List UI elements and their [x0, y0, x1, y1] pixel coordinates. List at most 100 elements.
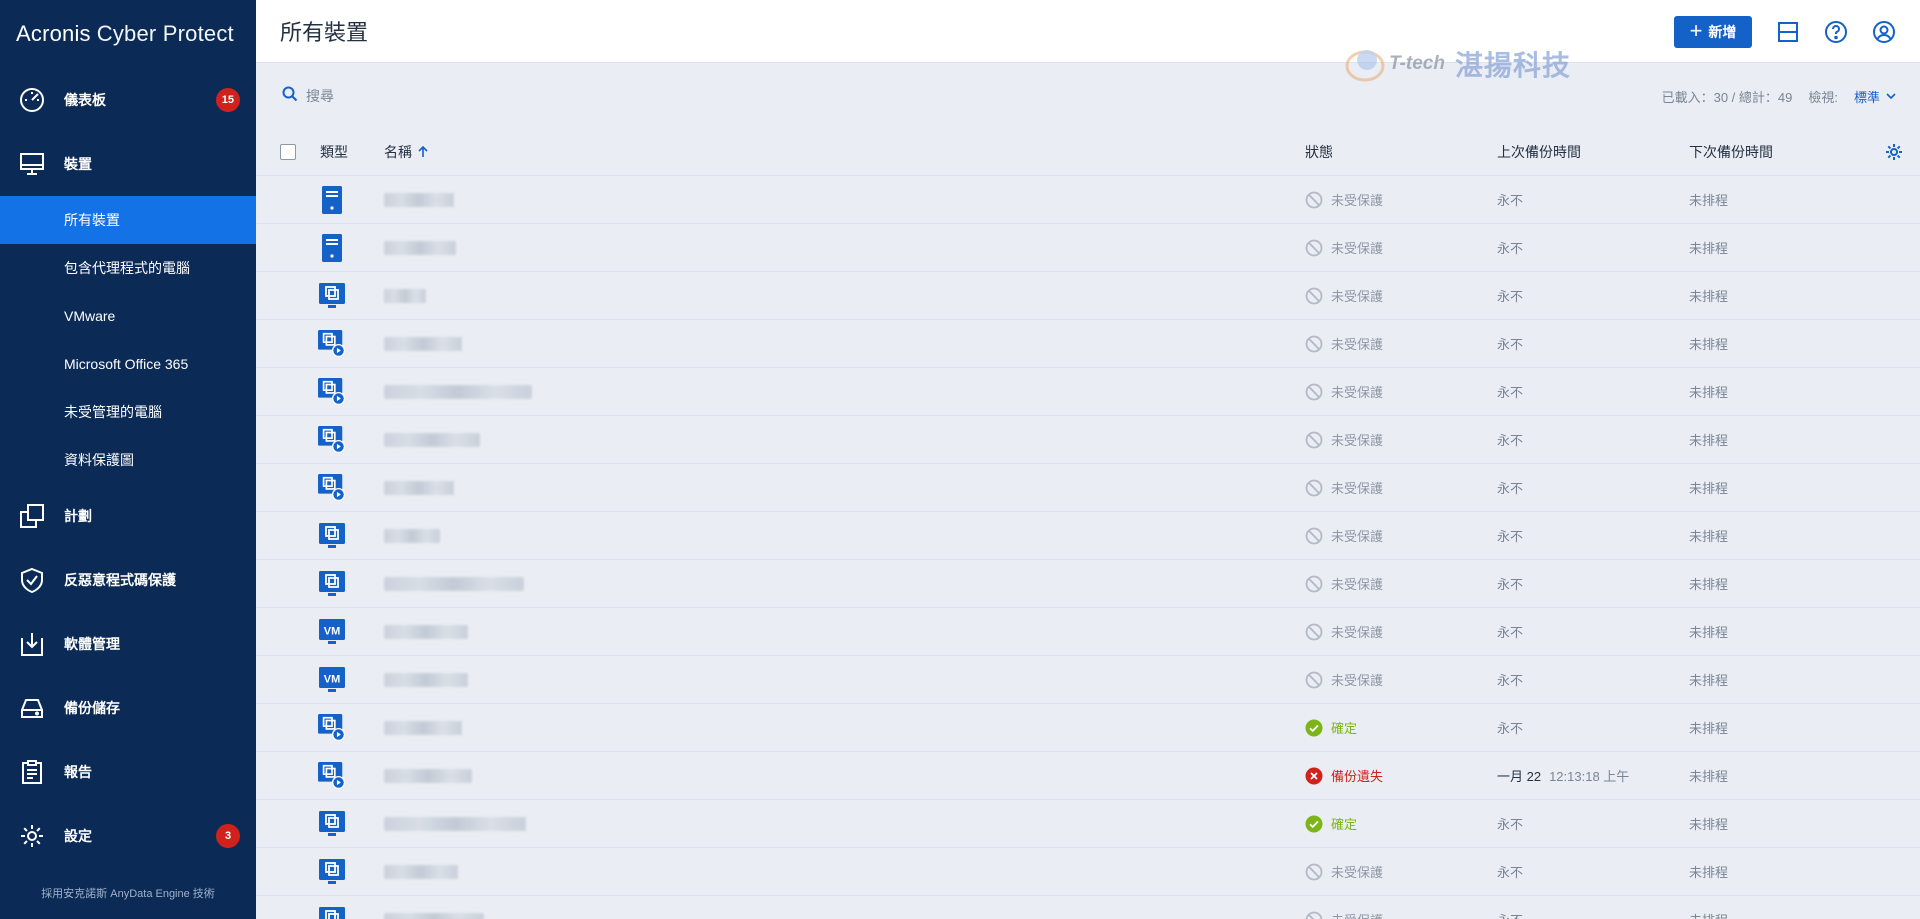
- device-name-cell[interactable]: [384, 384, 884, 399]
- sidebar-item-dashboard[interactable]: 儀表板 15: [0, 68, 256, 132]
- table-row[interactable]: 備份遺失 一月 22 12:13:18 上午 未排程: [256, 752, 1920, 800]
- sidebar-item-reports[interactable]: 報告: [0, 740, 256, 804]
- table-row[interactable]: 未受保護 永不 未排程: [256, 320, 1920, 368]
- table-row[interactable]: 未受保護 永不 未排程: [256, 896, 1920, 919]
- next-backup-cell: 未排程: [1689, 433, 1729, 448]
- device-name-cell[interactable]: [384, 912, 884, 919]
- sidebar-subitem-all-devices[interactable]: 所有裝置: [0, 196, 256, 244]
- select-all-checkbox[interactable]: [280, 143, 296, 160]
- device-name-cell[interactable]: [384, 816, 884, 831]
- device-name-cell[interactable]: [384, 192, 884, 207]
- device-name-cell[interactable]: [384, 480, 884, 495]
- sidebar-subitem-unmanaged[interactable]: 未受管理的電腦: [0, 388, 256, 436]
- shield-icon: [0, 548, 64, 612]
- table-row[interactable]: 確定 永不 未排程: [256, 800, 1920, 848]
- last-backup-date: 永不: [1497, 289, 1524, 304]
- sidebar-item-plans[interactable]: 計劃: [0, 484, 256, 548]
- device-type-cell: [318, 473, 378, 502]
- device-name-cell[interactable]: [384, 576, 884, 591]
- plans-icon: [0, 484, 64, 548]
- device-type-cell: [318, 233, 378, 262]
- new-button[interactable]: + 新增: [1674, 16, 1752, 48]
- last-backup-cell: 永不: [1497, 190, 1687, 209]
- sidebar-item-settings[interactable]: 設定 3: [0, 804, 256, 868]
- status-cell: 未受保護: [1305, 526, 1495, 545]
- device-name-redacted: [384, 240, 456, 255]
- unprotected-icon: [1305, 335, 1323, 353]
- sidebar-item-devices[interactable]: 裝置: [0, 132, 256, 196]
- status-cell: 確定: [1305, 814, 1495, 833]
- last-backup-date: 永不: [1497, 865, 1524, 880]
- sidebar-item-software[interactable]: 軟體管理: [0, 612, 256, 676]
- table-row[interactable]: 確定 永不 未排程: [256, 704, 1920, 752]
- table-row[interactable]: 未受保護 永不 未排程: [256, 560, 1920, 608]
- status-cell: 未受保護: [1305, 190, 1495, 209]
- next-backup-cell: 未排程: [1689, 721, 1729, 736]
- last-backup-date: 永不: [1497, 193, 1524, 208]
- table-row[interactable]: 未受保護 永不 未排程: [256, 416, 1920, 464]
- unprotected-icon: [1305, 671, 1323, 689]
- table-row[interactable]: 未受保護 永不 未排程: [256, 176, 1920, 224]
- last-backup-cell: 永不: [1497, 910, 1687, 919]
- device-name-cell[interactable]: [384, 864, 884, 879]
- last-backup-date: 一月 22: [1497, 769, 1542, 784]
- table-row[interactable]: 未受保護 永不 未排程: [256, 272, 1920, 320]
- sidebar-subitem-protection-map[interactable]: 資料保護圖: [0, 436, 256, 484]
- device-type-cell: [318, 425, 378, 454]
- table-row[interactable]: VM 未受保護 永不 未排程: [256, 656, 1920, 704]
- column-header-last-backup[interactable]: 上次備份時間: [1497, 142, 1687, 162]
- next-backup-cell: 未排程: [1689, 865, 1729, 880]
- device-name-cell[interactable]: [384, 768, 884, 783]
- table-row[interactable]: VM 未受保護 永不 未排程: [256, 608, 1920, 656]
- help-icon[interactable]: [1824, 20, 1848, 44]
- sidebar-subitem-vmware[interactable]: VMware: [0, 292, 256, 340]
- gear-icon: [0, 804, 64, 868]
- column-settings-icon[interactable]: [1884, 142, 1904, 162]
- device-type-cell: VM: [318, 666, 378, 694]
- sidebar-subitem-agent-machines[interactable]: 包含代理程式的電腦: [0, 244, 256, 292]
- error-icon: [1305, 767, 1323, 785]
- device-name-redacted: [384, 480, 454, 495]
- device-name-cell[interactable]: [384, 528, 884, 543]
- table-row[interactable]: 未受保護 永不 未排程: [256, 224, 1920, 272]
- machine-icon: [318, 282, 346, 310]
- last-backup-cell: 永不: [1497, 382, 1687, 401]
- device-name-redacted: [384, 912, 484, 919]
- table-row[interactable]: 未受保護 永不 未排程: [256, 464, 1920, 512]
- sidebar-subitem-office365[interactable]: Microsoft Office 365: [0, 340, 256, 388]
- search-input[interactable]: [306, 88, 566, 104]
- last-backup-time: 12:13:18 上午: [1549, 769, 1630, 784]
- account-icon[interactable]: [1872, 20, 1896, 44]
- device-name-cell[interactable]: [384, 240, 884, 255]
- column-header-type[interactable]: 類型: [320, 142, 380, 162]
- next-backup-cell: 未排程: [1689, 385, 1729, 400]
- column-header-name[interactable]: 名稱: [384, 142, 884, 162]
- sidebar-item-backup-storage[interactable]: 備份儲存: [0, 676, 256, 740]
- view-select[interactable]: 標準: [1854, 87, 1896, 106]
- device-name-cell[interactable]: [384, 336, 884, 351]
- device-name-cell[interactable]: [384, 288, 884, 303]
- column-header-status[interactable]: 狀態: [1305, 142, 1495, 162]
- brand-secondary: Cyber Protect: [96, 21, 234, 46]
- svg-text:VM: VM: [324, 625, 341, 637]
- table-row[interactable]: 未受保護 永不 未排程: [256, 848, 1920, 896]
- device-name-redacted: [384, 384, 532, 399]
- device-name-cell[interactable]: [384, 432, 884, 447]
- table-row[interactable]: 未受保護 永不 未排程: [256, 512, 1920, 560]
- last-backup-date: 永不: [1497, 337, 1524, 352]
- sidebar-item-antimalware[interactable]: 反惡意程式碼保護: [0, 548, 256, 612]
- device-name-cell[interactable]: [384, 672, 884, 687]
- status-cell: 未受保護: [1305, 622, 1495, 641]
- last-backup-cell: 永不: [1497, 622, 1687, 641]
- device-name-cell[interactable]: [384, 720, 884, 735]
- table-row[interactable]: 未受保護 永不 未排程: [256, 368, 1920, 416]
- unprotected-icon: [1305, 527, 1323, 545]
- column-header-next-backup[interactable]: 下次備份時間: [1689, 142, 1879, 162]
- page-header: 所有裝置 + 新增: [256, 0, 1920, 63]
- layout-toggle-icon[interactable]: [1776, 20, 1800, 44]
- device-name-cell[interactable]: [384, 624, 884, 639]
- status-text: 未受保護: [1331, 673, 1384, 688]
- sidebar-item-label: 備份儲存: [64, 700, 120, 716]
- last-backup-date: 永不: [1497, 625, 1524, 640]
- sidebar-item-label: 軟體管理: [64, 636, 120, 652]
